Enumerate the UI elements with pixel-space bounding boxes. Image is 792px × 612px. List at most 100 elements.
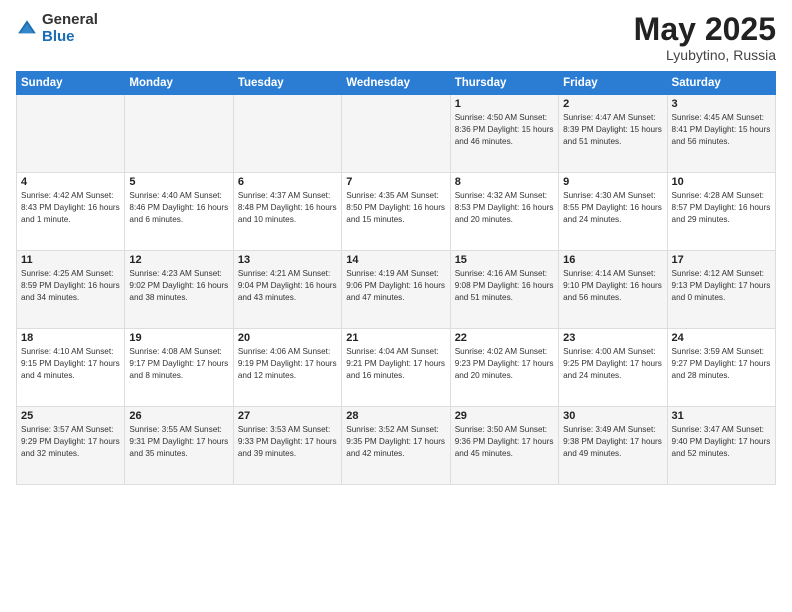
calendar-cell: 3Sunrise: 4:45 AM Sunset: 8:41 PM Daylig…	[667, 95, 775, 173]
calendar-cell: 24 Sunrise: 3:59 AM Sunset: 9:27 PM Dayli…	[667, 329, 775, 407]
day-content: Sunrise: 4:19 AM Sunset: 9:06 PM Dayligh…	[346, 268, 445, 304]
col-wednesday: Wednesday	[342, 72, 450, 95]
day-number: 1	[455, 98, 554, 110]
day-number: 7	[346, 176, 445, 188]
day-number: 12	[129, 254, 228, 266]
calendar-location: Lyubytino, Russia	[634, 47, 776, 63]
day-number: 5	[129, 176, 228, 188]
day-content: Sunrise: 4:47 AM Sunset: 8:39 PM Dayligh…	[563, 112, 662, 148]
day-content: Sunrise: 4:14 AM Sunset: 9:10 PM Dayligh…	[563, 268, 662, 304]
calendar-table: Sunday Monday Tuesday Wednesday Thursday…	[16, 71, 776, 485]
calendar-cell	[342, 95, 450, 173]
day-number: 24	[672, 332, 771, 344]
col-sunday: Sunday	[17, 72, 125, 95]
day-content: Sunrise: 4:28 AM Sunset: 8:57 PM Dayligh…	[672, 190, 771, 226]
col-monday: Monday	[125, 72, 233, 95]
calendar-cell: 20Sunrise: 4:06 AM Sunset: 9:19 PM Dayli…	[233, 329, 341, 407]
day-number: 9	[563, 176, 662, 188]
col-friday: Friday	[559, 72, 667, 95]
calendar-cell: 16 Sunrise: 4:14 AM Sunset: 9:10 PM Dayli…	[559, 251, 667, 329]
day-content: Sunrise: 4:37 AM Sunset: 8:48 PM Dayligh…	[238, 190, 337, 226]
day-content: Sunrise: 4:42 AM Sunset: 8:43 PM Dayligh…	[21, 190, 120, 226]
day-number: 15	[455, 254, 554, 266]
calendar-cell: 19 Sunrise: 4:08 AM Sunset: 9:17 PM Dayli…	[125, 329, 233, 407]
day-content: Sunrise: 4:12 AM Sunset: 9:13 PM Dayligh…	[672, 268, 771, 304]
calendar-cell: 23Sunrise: 4:00 AM Sunset: 9:25 PM Dayli…	[559, 329, 667, 407]
day-number: 14	[346, 254, 445, 266]
calendar-cell	[17, 95, 125, 173]
day-content: Sunrise: 3:59 AM Sunset: 9:27 PM Dayligh…	[672, 346, 771, 382]
calendar-cell: 4Sunrise: 4:42 AM Sunset: 8:43 PM Daylig…	[17, 173, 125, 251]
logo-blue-text: Blue	[42, 29, 98, 46]
col-tuesday: Tuesday	[233, 72, 341, 95]
day-number: 31	[672, 410, 771, 422]
day-content: Sunrise: 4:45 AM Sunset: 8:41 PM Dayligh…	[672, 112, 771, 148]
day-content: Sunrise: 3:57 AM Sunset: 9:29 PM Dayligh…	[21, 424, 120, 460]
col-thursday: Thursday	[450, 72, 558, 95]
day-content: Sunrise: 4:25 AM Sunset: 8:59 PM Dayligh…	[21, 268, 120, 304]
calendar-cell: 8 Sunrise: 4:32 AM Sunset: 8:53 PM Daylig…	[450, 173, 558, 251]
day-content: Sunrise: 4:40 AM Sunset: 8:46 PM Dayligh…	[129, 190, 228, 226]
calendar-cell: 7 Sunrise: 4:35 AM Sunset: 8:50 PM Daylig…	[342, 173, 450, 251]
calendar-cell	[125, 95, 233, 173]
day-number: 2	[563, 98, 662, 110]
col-saturday: Saturday	[667, 72, 775, 95]
calendar-cell: 1 Sunrise: 4:50 AM Sunset: 8:36 PM Daylig…	[450, 95, 558, 173]
day-number: 30	[563, 410, 662, 422]
day-number: 22	[455, 332, 554, 344]
day-content: Sunrise: 4:21 AM Sunset: 9:04 PM Dayligh…	[238, 268, 337, 304]
logo-icon	[16, 18, 38, 40]
day-number: 13	[238, 254, 337, 266]
day-number: 18	[21, 332, 120, 344]
logo-general-text: General	[42, 12, 98, 29]
calendar-cell: 14 Sunrise: 4:19 AM Sunset: 9:06 PM Dayli…	[342, 251, 450, 329]
day-number: 19	[129, 332, 228, 344]
day-content: Sunrise: 3:53 AM Sunset: 9:33 PM Dayligh…	[238, 424, 337, 460]
header: General Blue May 2025 Lyubytino, Russia	[16, 12, 776, 63]
day-number: 29	[455, 410, 554, 422]
day-content: Sunrise: 4:32 AM Sunset: 8:53 PM Dayligh…	[455, 190, 554, 226]
day-number: 17	[672, 254, 771, 266]
calendar-week-row: 25 Sunrise: 3:57 AM Sunset: 9:29 PM Dayli…	[17, 407, 776, 485]
calendar-week-row: 18 Sunrise: 4:10 AM Sunset: 9:15 PM Dayli…	[17, 329, 776, 407]
calendar-cell: 25 Sunrise: 3:57 AM Sunset: 9:29 PM Dayli…	[17, 407, 125, 485]
day-number: 8	[455, 176, 554, 188]
page: General Blue May 2025 Lyubytino, Russia …	[0, 0, 792, 612]
calendar-title: May 2025	[634, 12, 776, 47]
day-content: Sunrise: 4:02 AM Sunset: 9:23 PM Dayligh…	[455, 346, 554, 382]
day-number: 21	[346, 332, 445, 344]
day-content: Sunrise: 4:50 AM Sunset: 8:36 PM Dayligh…	[455, 112, 554, 148]
day-content: Sunrise: 4:16 AM Sunset: 9:08 PM Dayligh…	[455, 268, 554, 304]
calendar-week-row: 1 Sunrise: 4:50 AM Sunset: 8:36 PM Daylig…	[17, 95, 776, 173]
day-content: Sunrise: 3:55 AM Sunset: 9:31 PM Dayligh…	[129, 424, 228, 460]
calendar-cell: 28Sunrise: 3:52 AM Sunset: 9:35 PM Dayli…	[342, 407, 450, 485]
calendar-cell: 21 Sunrise: 4:04 AM Sunset: 9:21 PM Dayli…	[342, 329, 450, 407]
day-content: Sunrise: 4:08 AM Sunset: 9:17 PM Dayligh…	[129, 346, 228, 382]
calendar-cell: 27 Sunrise: 3:53 AM Sunset: 9:33 PM Dayli…	[233, 407, 341, 485]
calendar-cell	[233, 95, 341, 173]
day-number: 25	[21, 410, 120, 422]
day-number: 23	[563, 332, 662, 344]
calendar-cell: 5 Sunrise: 4:40 AM Sunset: 8:46 PM Daylig…	[125, 173, 233, 251]
day-content: Sunrise: 4:04 AM Sunset: 9:21 PM Dayligh…	[346, 346, 445, 382]
day-number: 27	[238, 410, 337, 422]
calendar-cell: 13 Sunrise: 4:21 AM Sunset: 9:04 PM Dayli…	[233, 251, 341, 329]
day-content: Sunrise: 4:30 AM Sunset: 8:55 PM Dayligh…	[563, 190, 662, 226]
day-content: Sunrise: 3:50 AM Sunset: 9:36 PM Dayligh…	[455, 424, 554, 460]
calendar-cell: 11Sunrise: 4:25 AM Sunset: 8:59 PM Dayli…	[17, 251, 125, 329]
calendar-cell: 6Sunrise: 4:37 AM Sunset: 8:48 PM Daylig…	[233, 173, 341, 251]
day-number: 16	[563, 254, 662, 266]
calendar-cell: 9 Sunrise: 4:30 AM Sunset: 8:55 PM Daylig…	[559, 173, 667, 251]
calendar-cell: 17 Sunrise: 4:12 AM Sunset: 9:13 PM Dayli…	[667, 251, 775, 329]
day-content: Sunrise: 3:49 AM Sunset: 9:38 PM Dayligh…	[563, 424, 662, 460]
calendar-cell: 18 Sunrise: 4:10 AM Sunset: 9:15 PM Dayli…	[17, 329, 125, 407]
day-content: Sunrise: 4:06 AM Sunset: 9:19 PM Dayligh…	[238, 346, 337, 382]
day-content: Sunrise: 4:35 AM Sunset: 8:50 PM Dayligh…	[346, 190, 445, 226]
calendar-week-row: 4Sunrise: 4:42 AM Sunset: 8:43 PM Daylig…	[17, 173, 776, 251]
calendar-cell: 29 Sunrise: 3:50 AM Sunset: 9:36 PM Dayli…	[450, 407, 558, 485]
day-content: Sunrise: 4:10 AM Sunset: 9:15 PM Dayligh…	[21, 346, 120, 382]
day-number: 28	[346, 410, 445, 422]
calendar-cell: 10Sunrise: 4:28 AM Sunset: 8:57 PM Dayli…	[667, 173, 775, 251]
calendar-week-row: 11Sunrise: 4:25 AM Sunset: 8:59 PM Dayli…	[17, 251, 776, 329]
calendar-cell: 30 Sunrise: 3:49 AM Sunset: 9:38 PM Dayli…	[559, 407, 667, 485]
